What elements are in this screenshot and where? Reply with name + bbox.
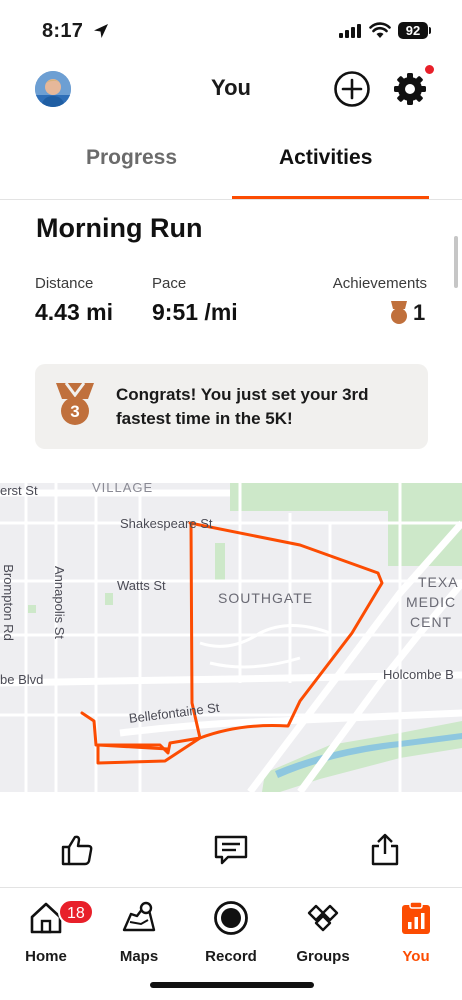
home-badge: 18 (58, 899, 94, 925)
home-indicator (150, 982, 314, 988)
status-time: 8:17 (42, 20, 84, 42)
nav-you[interactable]: You (376, 896, 456, 966)
map-label-southgate: SOUTHGATE (218, 590, 314, 606)
route-map[interactable]: erst St VILLAGE Shakespeare St Watts St … (0, 483, 462, 792)
tab-activities[interactable]: Activities (279, 146, 372, 170)
nav-record[interactable]: Record (191, 896, 271, 966)
map-label-watts: Watts St (117, 578, 166, 593)
active-tab-indicator (232, 196, 429, 199)
activity-title[interactable]: Morning Run (36, 213, 202, 244)
route-path (80, 521, 384, 765)
distance-label: Distance (35, 275, 94, 292)
scroll-indicator[interactable] (454, 236, 458, 288)
gear-icon[interactable] (391, 70, 429, 108)
map-label-texa: TEXA (418, 574, 459, 590)
map-label-village: VILLAGE (92, 483, 154, 495)
map-label-be-blvd: be Blvd (0, 672, 44, 687)
achievements-value[interactable]: 1 (388, 300, 425, 326)
nav-home-label: Home (25, 948, 67, 965)
nav-you-label: You (402, 948, 430, 965)
groups-icon (307, 904, 339, 932)
map-label-holcombe: Holcombe B (383, 667, 454, 682)
map-label-cent: CENT (410, 614, 453, 630)
status-bar: 8:17 92 (0, 0, 462, 62)
nav-groups[interactable]: Groups (283, 896, 363, 966)
tab-progress[interactable]: Progress (86, 146, 177, 170)
notification-dot (424, 64, 435, 75)
thumbs-up-icon[interactable] (59, 832, 95, 868)
nav-record-label: Record (205, 948, 257, 965)
nav-maps-label: Maps (119, 948, 159, 965)
share-icon[interactable] (367, 832, 403, 868)
nav-maps[interactable]: Maps (99, 896, 179, 966)
map-label-brompton: Brompton Rd (0, 564, 16, 641)
map-label-medic: MEDIC (406, 594, 457, 610)
plus-circle-icon[interactable] (333, 70, 371, 108)
record-icon (214, 901, 248, 935)
nav-groups-label: Groups (296, 948, 350, 965)
map-canvas (0, 483, 462, 792)
tab-bar: Progress Activities (0, 130, 462, 200)
medal-3-icon: 3 (56, 382, 94, 425)
location-arrow-icon (94, 24, 108, 38)
comment-icon[interactable] (213, 832, 249, 868)
map-label-annapolis: Annapolis St (52, 566, 67, 639)
battery-icon: 92 (398, 22, 428, 39)
congrats-text: Congrats! You just set your 3rd fastest … (116, 385, 369, 428)
pace-label: Pace (152, 275, 187, 292)
you-icon (402, 901, 430, 934)
achievements-count: 1 (413, 300, 426, 325)
achievements-label: Achievements (332, 275, 427, 292)
bronze-medal-icon (391, 301, 407, 324)
maps-icon (122, 901, 156, 932)
congrats-banner[interactable]: 3 Congrats! You just set your 3rd fastes… (35, 364, 428, 449)
distance-value: 4.43 mi (35, 299, 113, 325)
map-label-shakespeare: Shakespeare St (120, 516, 213, 531)
map-label-erst-st: erst St (0, 483, 38, 498)
pace-value: 9:51 /mi (152, 299, 238, 325)
battery-cap (429, 27, 431, 34)
wifi-icon (369, 22, 391, 38)
signal-icon (339, 24, 361, 38)
medal-number: 3 (70, 402, 79, 421)
nav-home[interactable]: 18 Home (6, 896, 94, 966)
